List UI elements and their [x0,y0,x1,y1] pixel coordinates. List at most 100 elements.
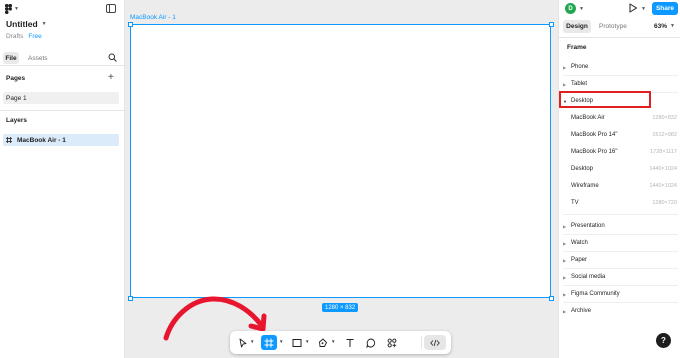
preset-category-presentation[interactable]: ▶ Presentation [563,220,678,232]
pen-icon [318,338,327,347]
pen-tool[interactable] [316,335,329,350]
text-icon [346,338,353,347]
dimensions-badge: 1280 × 832 [322,303,359,312]
tab-assets[interactable]: Assets [28,52,48,64]
layer-item-frame[interactable]: MacBook Air - 1 [3,134,119,146]
tab-file[interactable]: File [3,52,19,64]
share-button[interactable]: Share [652,2,678,15]
category-label: Watch [571,240,588,246]
preset-name: Desktop [571,166,594,172]
preset-item[interactable]: Desktop 1440×1024 [571,163,678,175]
preset-item[interactable]: MacBook Pro 16" 1728×1117 [571,146,678,158]
preset-name: MacBook Pro 16" [571,149,618,155]
preset-category-figma-community[interactable]: ▶ Figma Community [563,288,678,300]
right-sidebar: D ▼ ▼ Share Design Prototype 63% ▼ Frame… [558,0,680,358]
rectangle-icon [292,338,301,347]
preset-name: MacBook Air [571,115,605,121]
preset-item[interactable]: TV 1280×720 [571,197,678,209]
drafts-link[interactable]: Drafts [6,33,23,40]
add-page-button[interactable]: + [108,73,114,83]
category-label: Social media [571,274,606,280]
main-menu-button[interactable]: ▼ [5,3,23,15]
preset-category-watch[interactable]: ▶ Watch [563,237,678,249]
preset-item[interactable]: MacBook Pro 14" 1512×982 [571,129,678,141]
divider [563,285,678,286]
help-button[interactable]: ? [656,333,671,348]
divider [563,214,678,215]
caret-right-icon: ▶ [563,240,567,246]
preset-item[interactable]: Wireframe 1440×1024 [571,180,678,192]
frame-tool[interactable] [261,335,277,350]
layers-heading: Layers [6,117,27,124]
frame-presets-heading: Frame [567,44,587,51]
frame-macbook-air[interactable] [130,24,551,298]
actions-tool[interactable] [385,335,398,350]
plan-badge[interactable]: Free [28,33,41,40]
preset-size: 1440×1024 [649,183,677,189]
divider [559,37,680,38]
figma-logo-icon [5,4,12,14]
resize-handle-top-right[interactable] [549,22,554,27]
category-label: Paper [571,257,588,263]
resize-handle-top-left[interactable] [128,22,133,27]
chevron-down-icon[interactable]: ▼ [279,339,283,345]
divider [563,251,678,252]
sidebar-toggle-icon[interactable] [106,4,116,13]
preset-size: 1512×982 [652,132,677,138]
user-avatar[interactable]: D [565,3,576,14]
frame-icon [264,338,274,347]
canvas[interactable]: MacBook Air - 1 1280 × 832 ▼ ▼ ▼ ▼ [125,0,558,358]
divider [0,110,125,111]
caret-right-icon: ▶ [563,274,567,280]
comment-tool[interactable] [364,335,377,350]
pages-heading: Pages [6,75,26,82]
cursor-icon [239,338,246,347]
divider [563,75,678,76]
code-icon [430,339,440,346]
preset-name: Wireframe [571,183,599,189]
chevron-down-icon[interactable]: ▼ [250,339,254,345]
chevron-down-icon[interactable]: ▼ [641,7,646,12]
play-icon[interactable] [628,3,638,13]
page-item[interactable]: Page 1 [3,92,119,104]
caret-right-icon: ▶ [563,81,567,87]
resize-handle-bottom-left[interactable] [128,296,133,301]
text-tool[interactable] [343,335,356,350]
frame-label[interactable]: MacBook Air - 1 [130,14,176,21]
preset-category-archive[interactable]: ▶ Archive [563,305,678,317]
chevron-down-icon: ▼ [14,5,19,12]
preset-category-tablet[interactable]: ▶ Tablet [563,78,678,90]
layer-name: MacBook Air - 1 [17,136,66,144]
resize-handle-bottom-right[interactable] [549,296,554,301]
category-label: Archive [571,308,592,314]
move-tool[interactable] [236,335,249,350]
bottom-toolbar: ▼ ▼ ▼ ▼ [230,331,451,354]
caret-right-icon: ▶ [563,223,567,229]
caret-right-icon: ▶ [563,308,567,314]
file-title[interactable]: Untitled ▼ [6,19,47,29]
category-label: Figma Community [571,291,620,297]
tab-prototype[interactable]: Prototype [599,20,627,33]
search-icon[interactable] [108,53,117,62]
left-sidebar: ▼ Untitled ▼ Drafts Free File Assets Pag… [0,0,125,358]
divider [563,302,678,303]
chevron-down-icon[interactable]: ▼ [305,339,309,345]
zoom-dropdown[interactable]: 63% ▼ [654,20,675,33]
preset-category-paper[interactable]: ▶ Paper [563,254,678,266]
toolbar-divider [421,336,422,349]
preset-category-social-media[interactable]: ▶ Social media [563,271,678,283]
tab-design[interactable]: Design [563,20,591,33]
caret-right-icon: ▶ [563,64,567,70]
chevron-down-icon[interactable]: ▼ [579,7,584,12]
annotation-highlight-box [559,91,651,108]
preset-item[interactable]: MacBook Air 1280×832 [571,112,678,124]
category-label: Tablet [571,81,588,87]
caret-right-icon: ▶ [563,257,567,263]
chevron-down-icon[interactable]: ▼ [331,339,335,345]
chevron-down-icon: ▼ [670,23,675,29]
dev-mode-toggle[interactable] [424,335,446,350]
preset-size: 1280×720 [652,200,677,206]
divider [563,234,678,235]
preset-category-phone[interactable]: ▶ Phone [563,61,678,73]
shape-tool[interactable] [290,335,303,350]
